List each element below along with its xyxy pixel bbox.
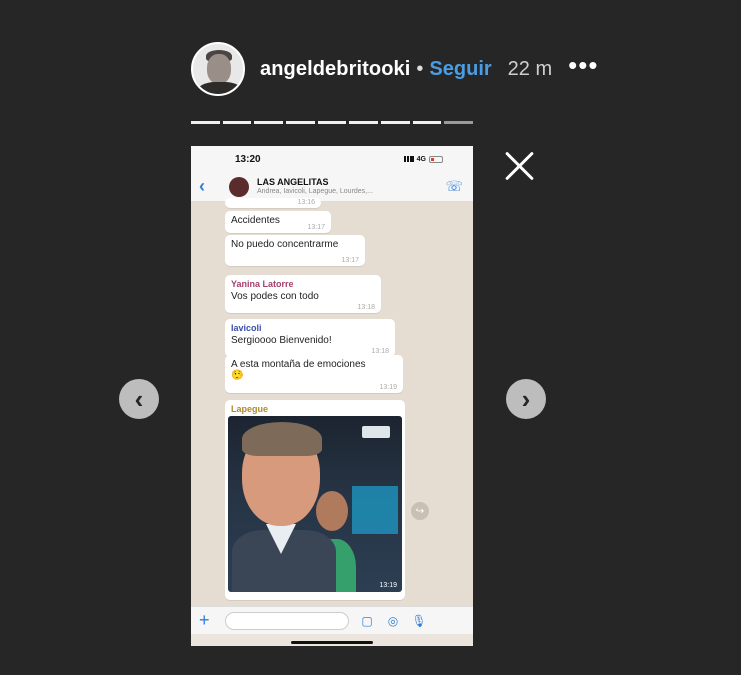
message-time: 13:17 bbox=[341, 257, 359, 264]
studio-light bbox=[362, 426, 390, 438]
message-bubble: Accidentes 13:17 bbox=[225, 211, 331, 233]
story-header: angeldebritooki • Seguir 22 m ••• bbox=[191, 40, 598, 98]
message-sender: Iavicoli bbox=[231, 323, 262, 333]
follow-button[interactable]: Seguir bbox=[429, 58, 491, 81]
progress-segment bbox=[222, 121, 252, 124]
username[interactable]: angeldebritooki bbox=[260, 58, 410, 81]
plus-icon: + bbox=[199, 610, 210, 630]
post-time: 22 m bbox=[507, 57, 553, 80]
progress-segment bbox=[349, 121, 379, 124]
group-avatar bbox=[229, 176, 249, 197]
photo-message: Lapegue 13:19 bbox=[225, 400, 405, 600]
back-icon: ‹ bbox=[199, 176, 205, 196]
avatar-body bbox=[197, 82, 243, 94]
call-icon: ☏ bbox=[445, 178, 463, 194]
chat-area: 13:16 Accidentes 13:17 No puedo concentr… bbox=[191, 198, 473, 606]
group-name: LAS ANGELITAS bbox=[257, 176, 329, 187]
message-sender: Yanina Latorre bbox=[231, 279, 294, 289]
close-icon[interactable] bbox=[504, 150, 536, 182]
home-indicator bbox=[291, 641, 373, 644]
forward-icon: ↪ bbox=[411, 502, 429, 520]
progress-segment bbox=[317, 121, 347, 124]
mic-icon: 🎙 bbox=[411, 613, 427, 628]
progress-segment bbox=[381, 121, 410, 124]
previous-story-button[interactable]: ‹ bbox=[119, 379, 159, 419]
message-time: 13:18 bbox=[371, 348, 389, 355]
message-text: Sergioooo Bienvenido! bbox=[231, 335, 332, 346]
emoji: 🤥 bbox=[231, 370, 244, 381]
next-story-button[interactable]: › bbox=[506, 379, 546, 419]
status-icons: 4G bbox=[403, 155, 443, 163]
camera-icon: ◎ bbox=[387, 613, 399, 628]
story-progress-bar bbox=[191, 121, 474, 127]
network-label: 4G bbox=[416, 155, 426, 163]
message-bubble: Yanina Latorre Vos podes con todo 13:18 bbox=[225, 275, 381, 313]
message-text: Vos podes con todo bbox=[231, 291, 319, 302]
progress-segment-current bbox=[444, 121, 474, 124]
message-bubble: 13:16 bbox=[225, 198, 321, 208]
user-avatar[interactable] bbox=[191, 42, 245, 96]
progress-segment bbox=[254, 121, 284, 124]
progress-segment bbox=[286, 121, 315, 124]
sticker-icon: ▢ bbox=[361, 613, 373, 628]
message-bubble: A esta montaña de emociones 🤥 13:19 bbox=[225, 355, 403, 393]
progress-segment bbox=[412, 121, 442, 124]
more-options-icon[interactable]: ••• bbox=[568, 52, 598, 78]
phone-status-bar: 13:20 4G bbox=[191, 146, 473, 172]
story-media[interactable]: 13:20 4G ‹ LAS ANGELITAS Andrea, Iavicol… bbox=[191, 146, 473, 646]
separator-dot: • bbox=[416, 57, 424, 80]
message-input bbox=[225, 611, 349, 630]
message-bubble: Iavicoli Sergioooo Bienvenido! 13:18 bbox=[225, 319, 395, 357]
chevron-right-icon: › bbox=[521, 383, 531, 414]
message-text: No puedo concentrarme bbox=[231, 239, 339, 250]
studio-screen bbox=[352, 486, 398, 534]
message-sender: Lapegue bbox=[231, 404, 269, 414]
progress-segment bbox=[191, 121, 220, 124]
group-info: LAS ANGELITAS Andrea, Iavicoli, Lapegue,… bbox=[257, 176, 373, 196]
group-members: Andrea, Iavicoli, Lapegue, Lourdes,... bbox=[257, 187, 373, 195]
status-time: 13:20 bbox=[235, 153, 261, 165]
man-hair bbox=[242, 422, 322, 456]
signal-icon bbox=[403, 156, 414, 162]
message-time: 13:19 bbox=[379, 384, 397, 391]
message-time: 13:16 bbox=[297, 199, 315, 206]
chat-input-bar: + ▢ ◎ 🎙 bbox=[191, 606, 473, 634]
message-time: 13:18 bbox=[357, 304, 375, 311]
message-text: A esta montaña de emociones bbox=[231, 359, 366, 370]
battery-icon bbox=[429, 155, 443, 163]
avatar-face bbox=[207, 54, 231, 84]
selfie-photo: 13:19 bbox=[228, 416, 402, 592]
chevron-left-icon: ‹ bbox=[134, 383, 144, 414]
message-time: 13:19 bbox=[379, 582, 397, 589]
message-time: 13:17 bbox=[307, 224, 325, 231]
man-figure bbox=[232, 422, 336, 592]
message-bubble: No puedo concentrarme 13:17 bbox=[225, 235, 365, 266]
